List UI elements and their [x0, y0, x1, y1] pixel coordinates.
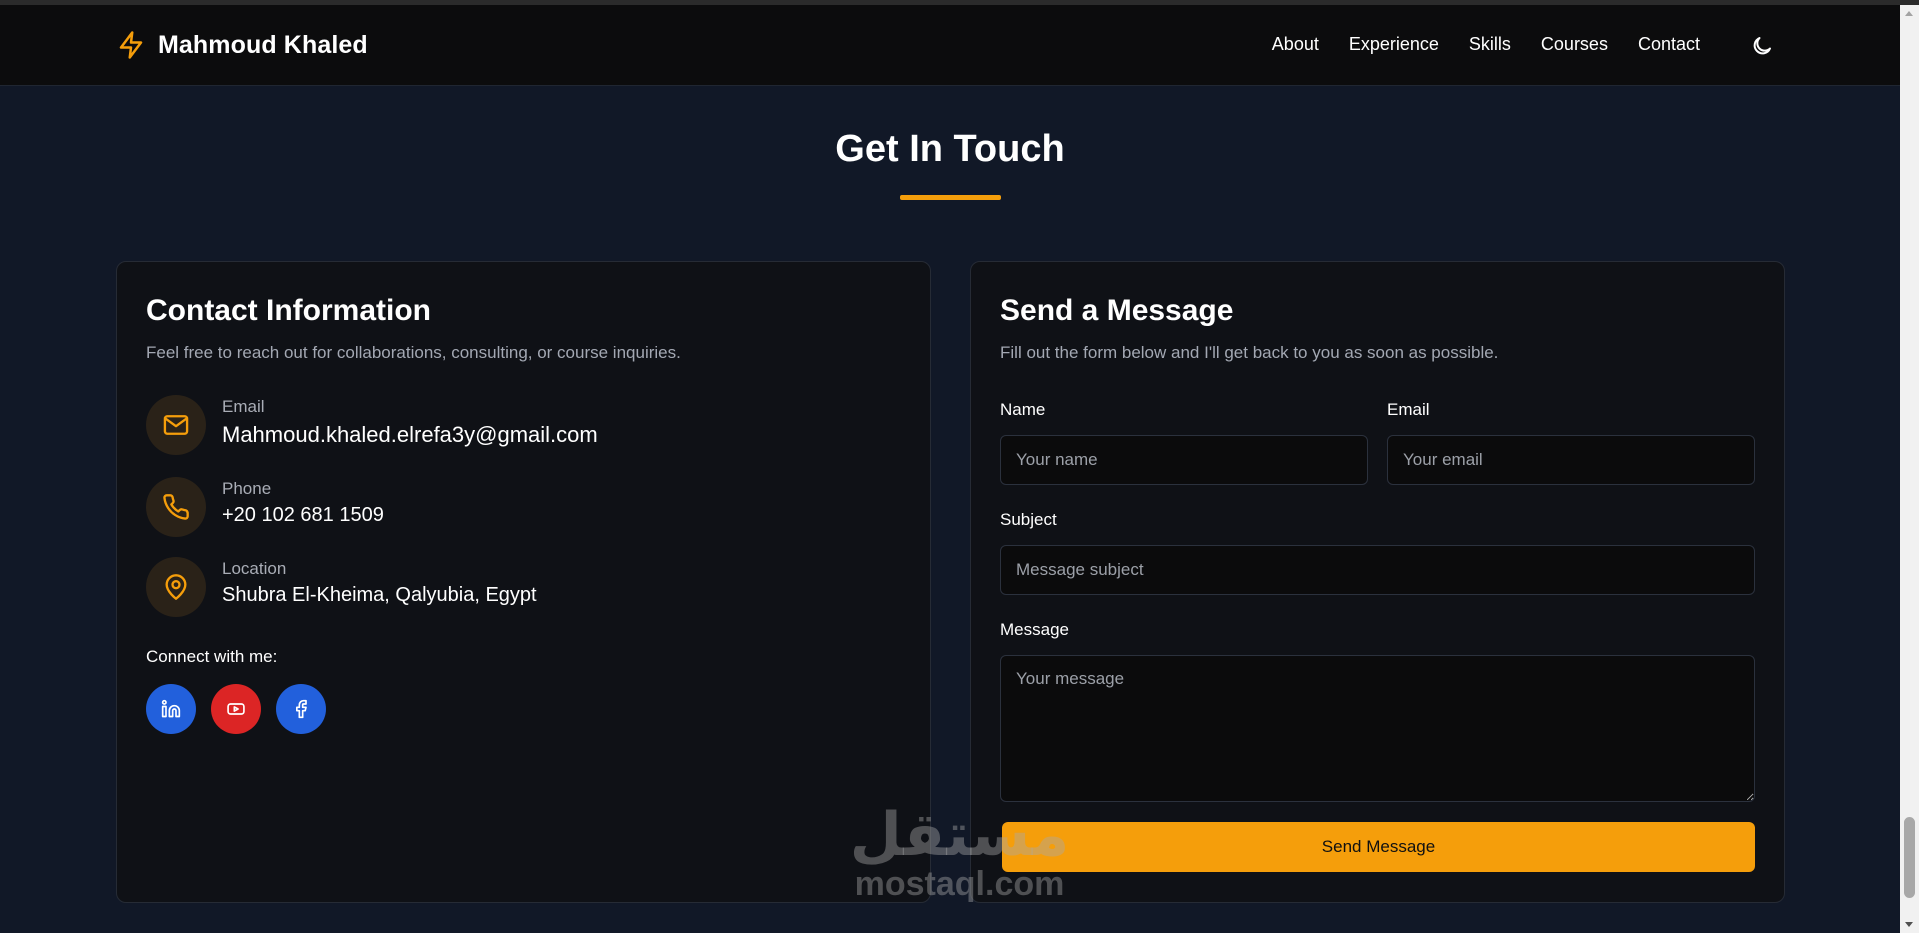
linkedin-icon: [161, 699, 181, 718]
nav-links: About Experience Skills Courses Contact: [1272, 34, 1700, 55]
phone-label: Phone: [222, 479, 272, 498]
nav-link-about[interactable]: About: [1272, 34, 1319, 55]
message-label: Message: [1000, 620, 1069, 639]
send-message-button[interactable]: Send Message: [1002, 822, 1755, 872]
scroll-down-arrow-icon[interactable]: [1905, 922, 1913, 927]
location-label: Location: [222, 559, 287, 578]
facebook-icon: [296, 699, 307, 719]
connect-label: Connect with me:: [146, 647, 278, 666]
phone-value[interactable]: +20 102 681 1509: [222, 504, 384, 527]
facebook-button[interactable]: [276, 684, 326, 734]
location-value: Shubra El-Kheima, Qalyubia, Egypt: [222, 584, 537, 606]
email-field-label: Email: [1387, 400, 1430, 419]
contact-item-phone: Phone +20 102 681 1509: [146, 477, 384, 537]
email-label: Email: [222, 397, 265, 416]
subject-label: Subject: [1000, 510, 1057, 529]
contact-info-card: Contact Information Feel free to reach o…: [116, 261, 931, 903]
moon-icon[interactable]: [1750, 34, 1774, 58]
phone-icon-circle: [146, 477, 206, 537]
contact-item-location: Location Shubra El-Kheima, Qalyubia, Egy…: [146, 557, 537, 617]
scrollbar-thumb[interactable]: [1904, 817, 1915, 898]
contact-info-title: Contact Information: [146, 294, 431, 327]
name-label: Name: [1000, 400, 1046, 419]
youtube-icon: [227, 703, 245, 715]
form-title: Send a Message: [1000, 294, 1234, 327]
message-textarea[interactable]: [1000, 655, 1755, 802]
location-icon-circle: [146, 557, 206, 617]
brand-name: Mahmoud Khaled: [158, 30, 368, 59]
nav-link-experience[interactable]: Experience: [1349, 34, 1439, 55]
bolt-icon: [119, 31, 143, 59]
linkedin-button[interactable]: [146, 684, 196, 734]
mail-icon: [163, 415, 189, 435]
nav-link-contact[interactable]: Contact: [1638, 34, 1700, 55]
social-links: [146, 684, 326, 734]
nav-link-courses[interactable]: Courses: [1541, 34, 1608, 55]
form-subtitle: Fill out the form below and I'll get bac…: [1000, 343, 1499, 362]
email-input[interactable]: [1387, 435, 1755, 485]
map-pin-icon: [165, 574, 187, 600]
email-value[interactable]: Mahmoud.khaled.elrefa3y@gmail.com: [222, 422, 598, 448]
contact-info-subtitle: Feel free to reach out for collaboration…: [146, 343, 681, 362]
section-title: Get In Touch: [835, 128, 1065, 170]
title-underline: [900, 195, 1001, 200]
scroll-up-arrow-icon[interactable]: [1905, 11, 1913, 16]
message-form-card: Send a Message Fill out the form below a…: [970, 261, 1785, 903]
contact-item-email: Email Mahmoud.khaled.elrefa3y@gmail.com: [146, 395, 598, 455]
youtube-button[interactable]: [211, 684, 261, 734]
subject-input[interactable]: [1000, 545, 1755, 595]
name-input[interactable]: [1000, 435, 1368, 485]
phone-icon: [163, 494, 189, 520]
page-scrollbar[interactable]: [1900, 5, 1919, 933]
mail-icon-circle: [146, 395, 206, 455]
nav-link-skills[interactable]: Skills: [1469, 34, 1511, 55]
brand[interactable]: Mahmoud Khaled: [116, 30, 368, 60]
navbar: Mahmoud Khaled About Experience Skills C…: [0, 5, 1900, 86]
